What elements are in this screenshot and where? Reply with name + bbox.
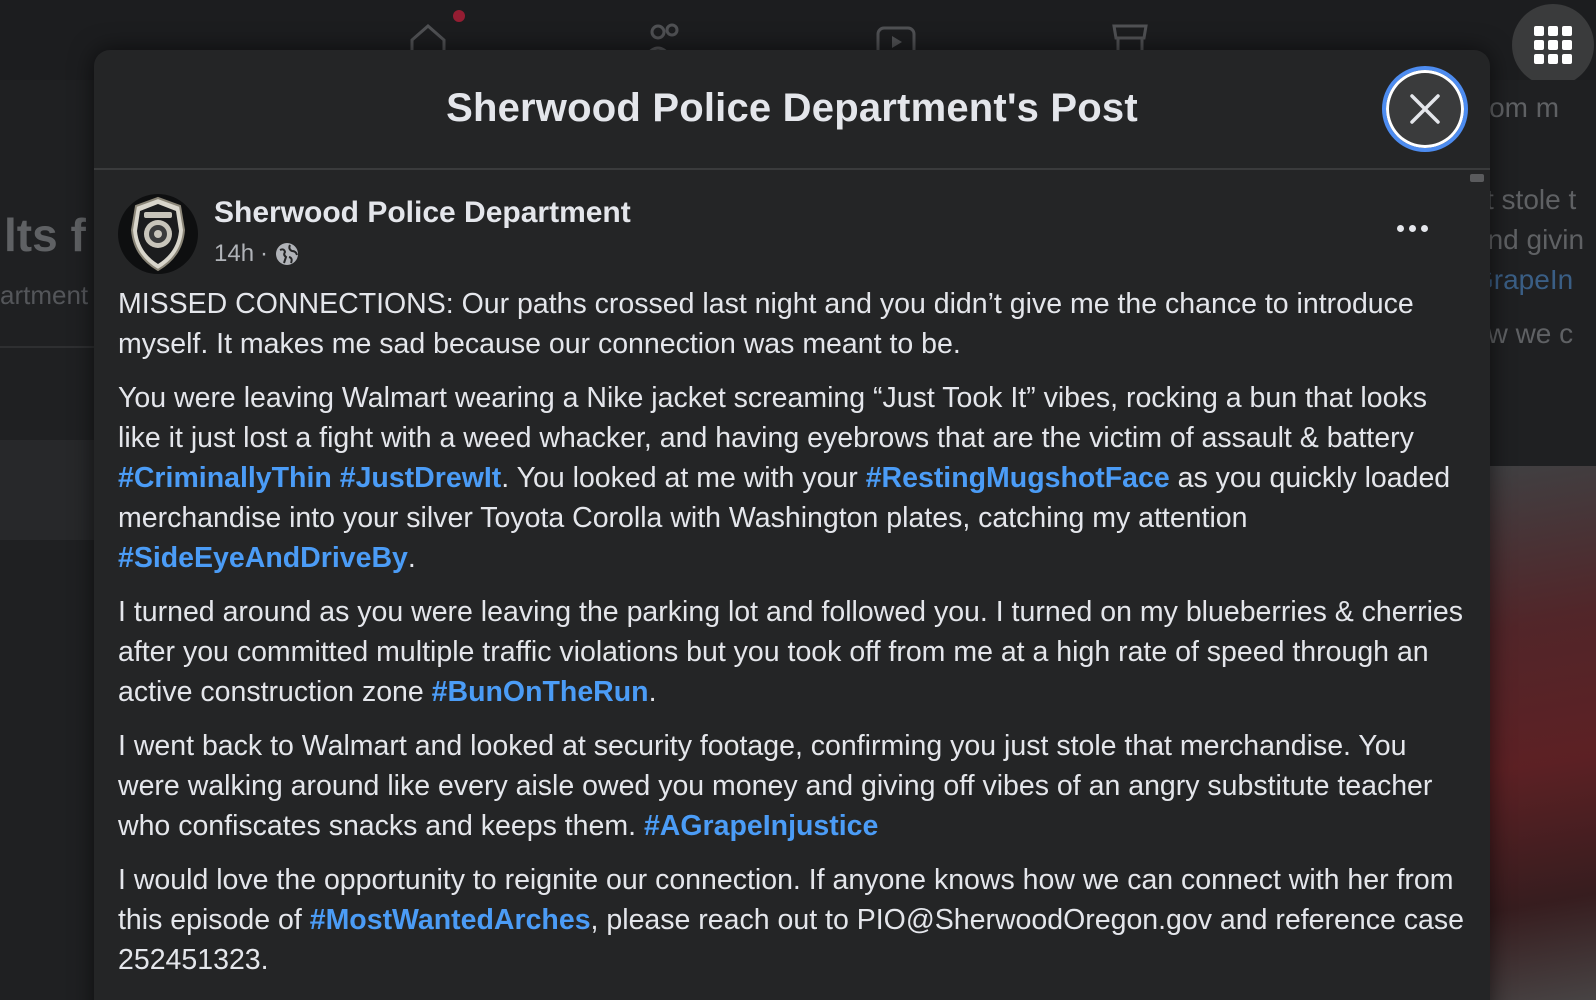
- background-subtext: artment: [0, 280, 89, 310]
- post-dialog: Sherwood Police Department's Post Sherwo…: [94, 50, 1490, 1000]
- post-text: MISSED CONNECTIONS: Our paths crossed la…: [118, 284, 1468, 994]
- post-paragraph: I would love the opportunity to reignite…: [118, 860, 1468, 980]
- post-text-segment: MISSED CONNECTIONS: Our paths crossed la…: [118, 288, 1414, 360]
- notification-dot: [453, 10, 465, 22]
- post-text-segment: .: [648, 676, 657, 708]
- avatar[interactable]: [118, 194, 198, 274]
- hashtag-link[interactable]: #BunOnTheRun: [432, 676, 649, 708]
- hashtag-link[interactable]: #SideEyeAndDriveBy: [118, 542, 408, 574]
- apps-menu-button[interactable]: [1512, 4, 1594, 86]
- post-text-segment: I turned around as you were leaving the …: [118, 596, 1464, 708]
- close-icon: [1410, 94, 1440, 124]
- post-text-segment: .: [407, 542, 416, 574]
- post-author[interactable]: Sherwood Police Department: [214, 196, 631, 230]
- close-button[interactable]: [1382, 66, 1468, 152]
- hashtag-link[interactable]: #AGrapeInjustice: [644, 810, 878, 842]
- post-timestamp[interactable]: 14h: [214, 240, 254, 268]
- dialog-header: Sherwood Police Department's Post: [94, 50, 1490, 170]
- post-paragraph: You were leaving Walmart wearing a Nike …: [118, 378, 1468, 578]
- more-options-icon[interactable]: [1384, 208, 1440, 248]
- hashtag-link[interactable]: #JustDrewIt: [340, 462, 502, 494]
- post-text-segment: [332, 462, 340, 494]
- dialog-title: Sherwood Police Department's Post: [446, 86, 1138, 130]
- post-paragraph: MISSED CONNECTIONS: Our paths crossed la…: [118, 284, 1468, 364]
- post-text-segment: You were leaving Walmart wearing a Nike …: [118, 382, 1427, 454]
- meta-separator: ·: [260, 240, 269, 267]
- background-heading: lts f: [4, 209, 86, 261]
- police-badge-icon: [130, 196, 186, 272]
- post-paragraph: I turned around as you were leaving the …: [118, 592, 1468, 712]
- background-left-panel: lts f artment: [0, 80, 94, 1000]
- post-meta: 14h ·: [214, 240, 300, 268]
- globe-icon: [274, 241, 300, 267]
- background-block: [0, 440, 94, 540]
- hashtag-link[interactable]: #CriminallyThin: [118, 462, 332, 494]
- apps-grid-icon: [1534, 26, 1572, 64]
- divider: [0, 346, 94, 348]
- post-paragraph: I went back to Walmart and looked at sec…: [118, 726, 1468, 846]
- hashtag-link[interactable]: #MostWantedArches: [310, 904, 591, 936]
- scrollbar[interactable]: [1470, 174, 1484, 182]
- hashtag-link[interactable]: #RestingMugshotFace: [866, 462, 1170, 494]
- post-text-segment: . You looked at me with your: [501, 462, 866, 494]
